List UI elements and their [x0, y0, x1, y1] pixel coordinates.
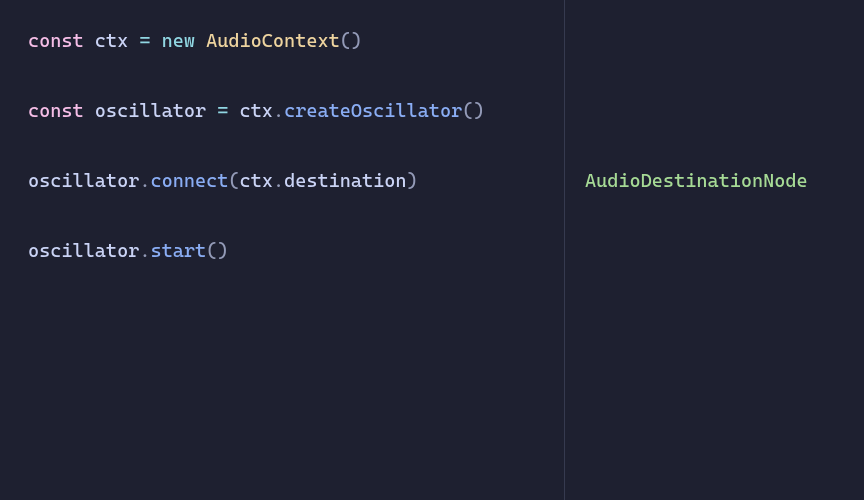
output-pane: AudioDestinationNode — [564, 0, 864, 500]
code-token: () — [340, 30, 362, 52]
output-line — [585, 24, 864, 59]
code-token: . — [273, 170, 284, 192]
code-token: () — [462, 100, 484, 122]
code-token: createOscillator — [284, 100, 462, 122]
code-token: new — [162, 30, 207, 52]
code-token: start — [150, 240, 206, 262]
code-line[interactable] — [28, 129, 564, 164]
code-token: const — [28, 100, 95, 122]
output-line: AudioDestinationNode — [585, 164, 864, 199]
code-line[interactable]: const ctx = new AudioContext() — [28, 24, 564, 59]
code-token: AudioContext — [206, 30, 340, 52]
code-token: ctx — [95, 30, 140, 52]
code-token: oscillator — [28, 240, 139, 262]
output-line — [585, 59, 864, 94]
code-line[interactable] — [28, 199, 564, 234]
code-editor-pane[interactable]: const ctx = new AudioContext()const osci… — [0, 0, 564, 500]
code-token: . — [139, 170, 150, 192]
code-token: . — [273, 100, 284, 122]
code-token: . — [139, 240, 150, 262]
code-token: oscillator — [95, 100, 217, 122]
code-token: = — [217, 100, 239, 122]
code-token: = — [139, 30, 161, 52]
code-line[interactable] — [28, 59, 564, 94]
code-token: const — [28, 30, 95, 52]
output-line — [585, 199, 864, 234]
code-line[interactable]: oscillator.connect(ctx.destination) — [28, 164, 564, 199]
code-token: connect — [150, 170, 228, 192]
code-token: () — [206, 240, 228, 262]
code-line[interactable]: oscillator.start() — [28, 234, 564, 269]
code-token: ctx — [240, 170, 273, 192]
code-token: ) — [407, 170, 418, 192]
code-token: ( — [228, 170, 239, 192]
code-token: destination — [284, 170, 406, 192]
code-token: oscillator — [28, 170, 139, 192]
output-line — [585, 129, 864, 164]
code-line[interactable]: const oscillator = ctx.createOscillator(… — [28, 94, 564, 129]
output-value: AudioDestinationNode — [585, 170, 808, 192]
code-token: ctx — [240, 100, 273, 122]
output-line — [585, 94, 864, 129]
output-line — [585, 234, 864, 269]
